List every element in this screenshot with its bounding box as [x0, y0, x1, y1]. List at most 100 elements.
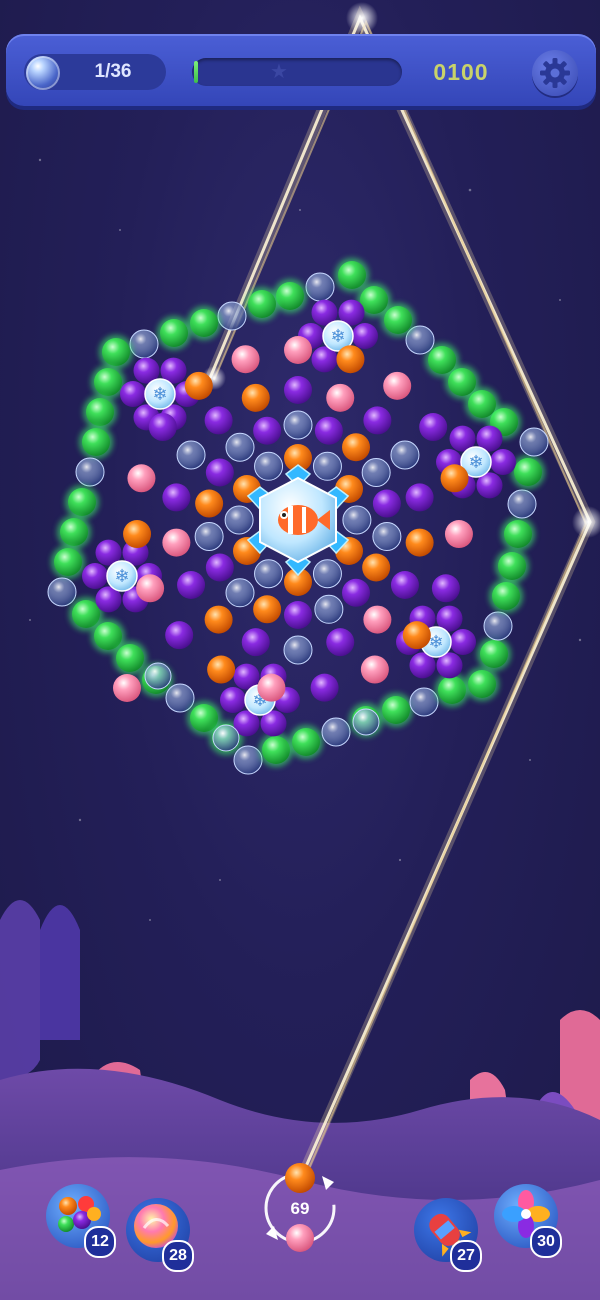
green-bubble [72, 600, 100, 628]
next-bubble-pink[interactable] [286, 1224, 314, 1252]
rainbow-bubble-booster-button[interactable]: 28 [126, 1198, 194, 1272]
orange-bubble [123, 520, 152, 549]
clear-bubble [212, 724, 240, 752]
orange-bubble [207, 655, 236, 684]
booster-count-badge: 30 [530, 1226, 562, 1258]
green-bubble [190, 309, 218, 337]
green-bubble [360, 286, 388, 314]
pinwheel-booster-button[interactable]: 30 [494, 1184, 562, 1258]
clear-bubble [165, 683, 195, 713]
clear-bubble [217, 301, 247, 331]
orange-bubble [184, 371, 213, 400]
green-bubble [116, 644, 144, 672]
clear-bubble [342, 505, 372, 535]
green-bubble [248, 290, 276, 318]
clear-bubble [352, 708, 380, 736]
orange-bubble [336, 345, 365, 374]
purple-bubble [372, 489, 401, 518]
clear-bubble [361, 458, 391, 487]
green-bubble [292, 728, 320, 756]
purple-bubble [431, 574, 460, 603]
green-bubble [338, 261, 366, 289]
green-bubble [94, 368, 122, 396]
pink-bubble [113, 674, 141, 702]
bubble-board[interactable]: ❄❄❄❄❄❄ [0, 0, 600, 1300]
clear-bubble [507, 489, 537, 519]
purple-bubble [204, 406, 233, 435]
clear-bubble [283, 635, 313, 665]
green-bubble [54, 548, 82, 576]
purple-bubble [314, 416, 343, 445]
green-bubble [60, 518, 88, 546]
purple-bubble [490, 449, 516, 475]
orange-bubble [253, 595, 282, 624]
purple-bubble [352, 323, 378, 349]
purple-bubble [284, 376, 312, 404]
green-bubble [94, 622, 122, 650]
orange-bubble [241, 383, 270, 412]
purple-bubble [310, 673, 339, 702]
pink-bubble [127, 464, 156, 493]
purple-bubble [120, 381, 146, 407]
clear-bubble [372, 521, 402, 551]
green-bubble [514, 458, 542, 486]
clear-bubble [321, 717, 351, 747]
clear-bubble [129, 329, 159, 359]
clear-bubble [314, 594, 344, 624]
purple-bubble [342, 578, 371, 607]
clear-bubble [144, 662, 172, 690]
clear-bubble [483, 611, 513, 641]
purple-bubble [148, 413, 177, 442]
green-bubble [468, 670, 496, 698]
clear-bubble [75, 457, 105, 487]
current-bubble-orange [285, 1163, 315, 1193]
pink-bubble [444, 520, 473, 549]
orange-bubble [342, 433, 371, 462]
clear-bubble [176, 440, 206, 470]
clear-bubble [312, 559, 342, 589]
clear-bubble [254, 451, 284, 481]
orange-bubble [405, 528, 434, 557]
green-bubble [82, 428, 110, 456]
clear-bubble [254, 559, 284, 589]
purple-bubble [241, 628, 270, 657]
orange-bubble [440, 464, 469, 493]
purple-bubble [177, 571, 206, 599]
color-bubbles-booster-button[interactable]: 12 [46, 1184, 116, 1258]
rocket-booster-button[interactable]: 27 [414, 1198, 482, 1272]
clear-bubble [225, 432, 255, 462]
pink-bubble [257, 673, 286, 702]
pink-bubble [136, 574, 165, 603]
purple-bubble [419, 413, 448, 442]
purple-bubble [405, 483, 434, 512]
pink-bubble [326, 383, 355, 412]
green-bubble [86, 398, 114, 426]
booster-count-badge: 28 [162, 1240, 194, 1272]
clear-bubble [312, 451, 342, 481]
clear-bubble [409, 687, 439, 717]
snowflake-icon: ❄ [114, 566, 129, 586]
purple-bubble [363, 406, 392, 435]
green-bubble [262, 736, 290, 764]
green-bubble [384, 306, 412, 334]
purple-bubble [205, 553, 234, 582]
clear-bubble [305, 272, 335, 302]
purple-bubble [326, 628, 355, 657]
purple-bubble [165, 621, 194, 650]
green-bubble [276, 282, 304, 310]
green-bubble [68, 488, 96, 516]
clear-bubble [224, 505, 254, 535]
snowflake-icon: ❄ [330, 326, 345, 346]
green-bubble [492, 582, 520, 610]
green-bubble [102, 338, 130, 366]
green-bubble [382, 696, 410, 724]
snowflake-icon: ❄ [152, 384, 167, 404]
purple-bubble [253, 416, 282, 445]
clear-bubble [519, 427, 549, 457]
green-bubble [498, 552, 526, 580]
green-bubble [480, 640, 508, 668]
game-screen[interactable]: 1/36 ★ 0100 ❄ ❄ ❄ ❄ ❄ ❄ 69 12 28 27 30 [0, 0, 600, 1300]
clear-bubble [194, 521, 224, 551]
clear-bubble [233, 745, 263, 775]
clear-bubble [390, 440, 420, 470]
